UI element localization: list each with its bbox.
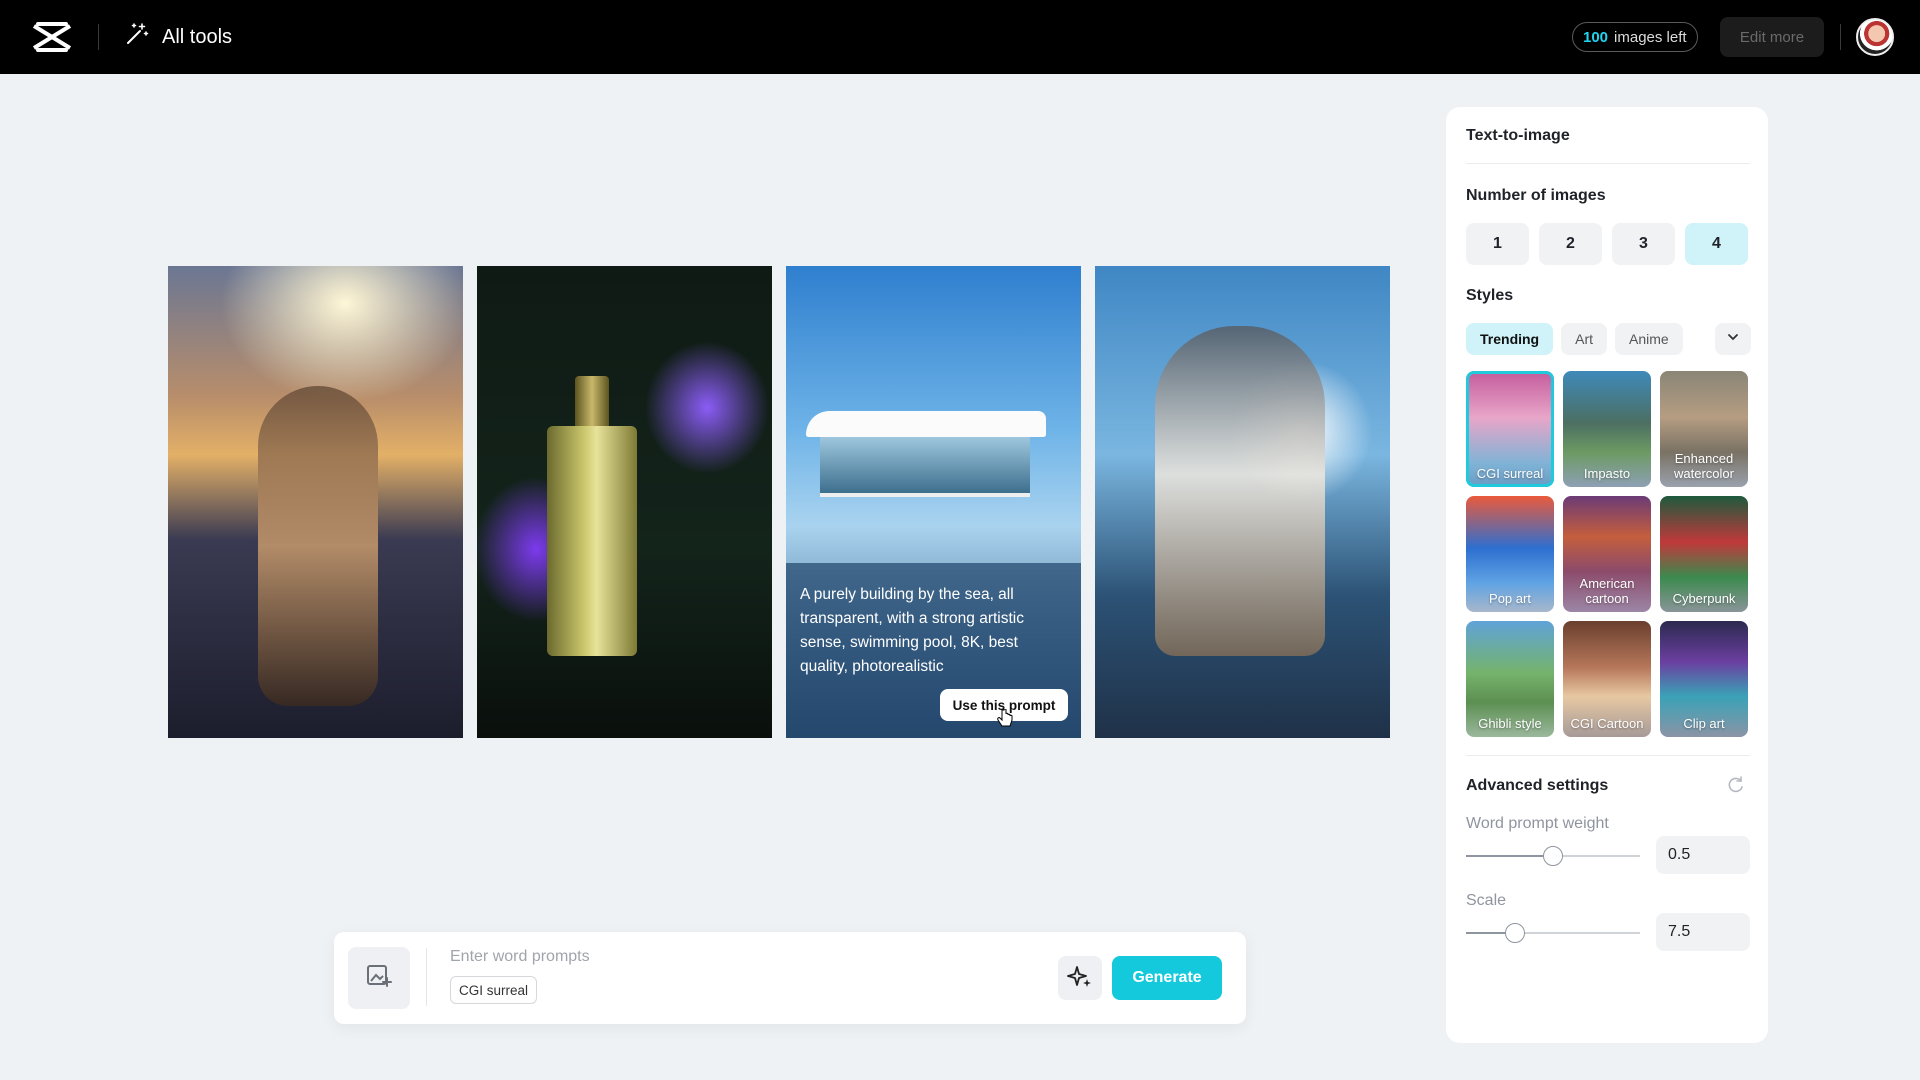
tab-art[interactable]: Art bbox=[1561, 323, 1608, 355]
edit-more-button[interactable]: Edit more bbox=[1720, 17, 1824, 57]
number-option-4[interactable]: 4 bbox=[1685, 223, 1748, 265]
style-card-impasto[interactable]: Impasto bbox=[1563, 371, 1651, 487]
cat-silhouette bbox=[1155, 326, 1325, 656]
style-card-label: Impasto bbox=[1583, 466, 1631, 481]
selected-style-chip[interactable]: CGI surreal bbox=[450, 976, 538, 1004]
chevron-down-icon bbox=[1726, 330, 1740, 349]
sparkle-icon bbox=[1067, 963, 1093, 994]
style-card-label: American cartoon bbox=[1579, 576, 1635, 606]
scale-value[interactable]: 7.5 bbox=[1656, 913, 1750, 951]
gallery-image-perfume[interactable] bbox=[477, 266, 772, 738]
number-of-images-selector: 1 2 3 4 bbox=[1466, 223, 1748, 265]
slider-fill bbox=[1466, 855, 1553, 857]
style-card-pop-art[interactable]: Pop art bbox=[1466, 496, 1554, 612]
style-card-ghibli-style[interactable]: Ghibli style bbox=[1466, 621, 1554, 737]
reset-icon[interactable] bbox=[1726, 775, 1746, 795]
number-option-3[interactable]: 3 bbox=[1612, 223, 1675, 265]
panel-divider bbox=[1466, 755, 1750, 756]
number-option-1[interactable]: 1 bbox=[1466, 223, 1529, 265]
topbar-divider bbox=[1840, 24, 1841, 50]
generate-button[interactable]: Generate bbox=[1112, 956, 1222, 1000]
style-card-cgi-surreal[interactable]: CGI surreal bbox=[1466, 371, 1554, 487]
gallery-image-cat-mountain[interactable] bbox=[168, 266, 463, 738]
style-card-label: Pop art bbox=[1489, 591, 1531, 606]
prompt-bar-divider bbox=[426, 948, 427, 1006]
scale-label: Scale bbox=[1466, 892, 1507, 909]
magic-wand-icon bbox=[124, 21, 150, 53]
credits-suffix: images left bbox=[1614, 28, 1687, 46]
style-card-enhanced-watercolor[interactable]: Enhanced watercolor bbox=[1660, 371, 1748, 487]
tab-trending[interactable]: Trending bbox=[1466, 323, 1554, 355]
example-prompt-text: A purely building by the sea, all transp… bbox=[800, 586, 1024, 675]
style-card-cgi-cartoon[interactable]: CGI Cartoon bbox=[1563, 621, 1651, 737]
credits-badge: 100 images left bbox=[1572, 22, 1698, 52]
all-tools-label: All tools bbox=[162, 25, 233, 48]
style-card-label: Enhanced watercolor bbox=[1674, 451, 1734, 481]
style-card-clip-art[interactable]: Clip art bbox=[1660, 621, 1748, 737]
all-tools-button[interactable]: All tools bbox=[124, 22, 232, 52]
perfume-bottle bbox=[547, 426, 637, 656]
hand-cursor-icon bbox=[997, 709, 1013, 727]
tab-anime[interactable]: Anime bbox=[1615, 323, 1683, 355]
prompt-bar: CGI surreal Generate bbox=[334, 932, 1246, 1024]
word-prompt-weight-label: Word prompt weight bbox=[1466, 815, 1609, 832]
style-grid: CGI surreal Impasto Enhanced watercolor … bbox=[1466, 371, 1748, 737]
style-card-label: Ghibli style bbox=[1478, 716, 1542, 731]
advanced-settings-label: Advanced settings bbox=[1466, 777, 1609, 794]
slider-thumb[interactable] bbox=[1543, 846, 1563, 866]
upload-image-button[interactable] bbox=[348, 947, 410, 1009]
style-card-label: Cyberpunk bbox=[1672, 591, 1736, 606]
style-card-label: Clip art bbox=[1683, 716, 1725, 731]
prompt-overlay: A purely building by the sea, all transp… bbox=[786, 563, 1081, 738]
bottle-cap bbox=[575, 376, 609, 428]
word-prompt-input[interactable] bbox=[450, 944, 1010, 970]
settings-panel: Text-to-image Number of images 1 2 3 4 S… bbox=[1446, 107, 1768, 1043]
style-card-label: CGI Cartoon bbox=[1570, 716, 1644, 731]
number-of-images-label: Number of images bbox=[1466, 187, 1606, 204]
top-bar: All tools 100 images left Edit more bbox=[0, 0, 1920, 74]
style-card-american-cartoon[interactable]: American cartoon bbox=[1563, 496, 1651, 612]
word-prompt-weight-slider[interactable] bbox=[1466, 846, 1640, 866]
scale-slider[interactable] bbox=[1466, 923, 1640, 943]
slider-thumb[interactable] bbox=[1504, 923, 1525, 943]
style-card-cyberpunk[interactable]: Cyberpunk bbox=[1660, 496, 1748, 612]
word-prompt-weight-value[interactable]: 0.5 bbox=[1656, 836, 1750, 874]
style-card-label: CGI surreal bbox=[1476, 466, 1544, 481]
cat-silhouette bbox=[258, 386, 378, 706]
image-add-icon bbox=[365, 962, 393, 995]
styles-label: Styles bbox=[1466, 287, 1514, 304]
example-gallery: A purely building by the sea, all transp… bbox=[168, 266, 1390, 738]
panel-title: Text-to-image bbox=[1466, 127, 1570, 144]
gallery-image-glass-house[interactable]: A purely building by the sea, all transp… bbox=[786, 266, 1081, 738]
panel-divider bbox=[1466, 163, 1750, 164]
glass-house bbox=[806, 411, 1046, 501]
style-tabs: Trending Art Anime bbox=[1466, 323, 1683, 355]
prompt-enhance-button[interactable] bbox=[1058, 956, 1102, 1000]
user-avatar[interactable] bbox=[1856, 18, 1894, 56]
gallery-image-cat-window[interactable] bbox=[1095, 266, 1390, 738]
topbar-divider bbox=[98, 24, 99, 50]
number-option-2[interactable]: 2 bbox=[1539, 223, 1602, 265]
credits-count: 100 bbox=[1583, 28, 1609, 46]
style-tabs-expand-button[interactable] bbox=[1715, 323, 1751, 355]
capcut-logo-icon[interactable] bbox=[32, 20, 72, 54]
